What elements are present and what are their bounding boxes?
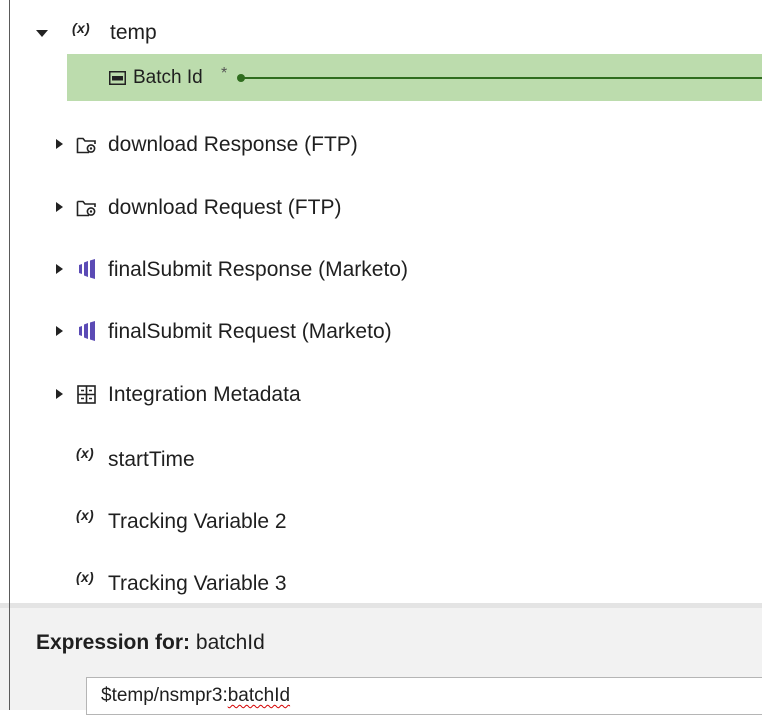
tree-node-finalsubmit-response[interactable]: finalSubmit Response (Marketo) [0,255,762,285]
source-tree: (x) temp Batch Id * download Response (F… [0,0,762,603]
tree-node-label: finalSubmit Response (Marketo) [108,258,408,281]
tree-node-finalsubmit-request[interactable]: finalSubmit Request (Marketo) [0,317,762,347]
variable-x-icon: (x) [76,445,95,461]
tree-node-label: startTime [108,448,195,471]
expression-panel: Expression for: batchId $temp/nsmpr3:bat… [0,603,762,715]
tree-node-download-request[interactable]: download Request (FTP) [0,193,762,223]
required-marker: * [221,65,228,82]
expression-value-error: batchId [227,685,291,706]
variable-x-icon: (x) [72,20,91,36]
tree-node-tracking-variable-2[interactable]: (x) Tracking Variable 2 [0,505,762,535]
caret-right-icon[interactable] [56,389,63,399]
folder-connection-icon [76,137,96,154]
tree-node-temp[interactable]: (x) temp [0,18,762,48]
marketo-icon [79,259,95,279]
tree-node-label: temp [110,21,157,44]
tree-node-starttime[interactable]: (x) startTime [0,443,762,473]
expression-value-prefix: $temp/nsmpr3: [101,685,228,706]
caret-right-icon[interactable] [56,202,63,212]
tree-node-download-response[interactable]: download Response (FTP) [0,130,762,160]
mapping-line[interactable] [237,74,762,82]
batch-id-label: Batch Id [133,67,203,88]
expression-heading: Expression for: batchId [36,631,265,655]
marketo-icon [79,321,95,341]
tree-node-label: download Response (FTP) [108,133,358,156]
tree-node-label: Tracking Variable 3 [108,572,287,595]
tree-node-label: finalSubmit Request (Marketo) [108,320,392,343]
variable-x-icon: (x) [76,507,95,523]
tree-node-label: Integration Metadata [108,383,301,406]
expression-input[interactable]: $temp/nsmpr3:batchId [86,677,762,715]
caret-down-icon[interactable] [36,30,48,37]
metadata-grid-icon [77,385,96,404]
caret-right-icon[interactable] [56,326,63,336]
variable-x-icon: (x) [76,569,95,585]
expression-for-label: Expression for: [36,631,191,654]
expression-target: batchId [195,631,265,654]
string-field-icon [109,71,126,85]
folder-connection-icon [76,200,96,217]
tree-node-label: Tracking Variable 2 [108,510,287,533]
tree-node-integration-metadata[interactable]: Integration Metadata [0,380,762,410]
caret-right-icon[interactable] [56,139,63,149]
caret-right-icon[interactable] [56,264,63,274]
tree-node-label: download Request (FTP) [108,196,342,219]
tree-node-tracking-variable-3[interactable]: (x) Tracking Variable 3 [0,567,762,597]
